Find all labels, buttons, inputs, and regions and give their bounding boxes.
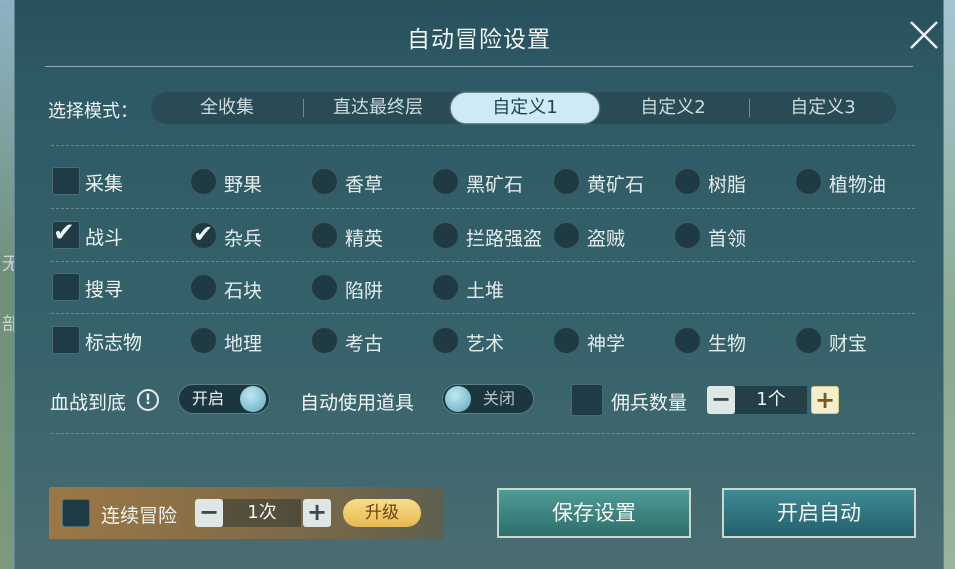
option-radio[interactable] (432, 327, 459, 354)
divider (45, 66, 913, 67)
category-label-landmark: 标志物 (85, 332, 143, 354)
tab-custom-3[interactable]: 自定义3 (750, 92, 896, 124)
mercenary-plus-button[interactable]: + (811, 386, 839, 414)
option-label: 神学 (587, 333, 626, 355)
mercenary-minus-button[interactable]: − (707, 386, 735, 414)
upgrade-button[interactable]: 升级 (343, 499, 421, 527)
option-label: 考古 (345, 333, 384, 355)
option-label: 地理 (224, 333, 263, 355)
option-label: 杂兵 (224, 228, 263, 250)
auto-use-items-toggle[interactable]: 关闭 (442, 384, 534, 414)
option-radio[interactable] (553, 168, 580, 195)
option-label: 黄矿石 (587, 174, 645, 196)
option-label: 首领 (708, 228, 747, 250)
option-radio[interactable] (432, 274, 459, 301)
mode-selector: 全收集 直达最终层 自定义1 自定义2 自定义3 (151, 92, 896, 124)
option-label: 黑矿石 (466, 174, 524, 196)
divider (51, 208, 915, 209)
option-label: 石块 (224, 280, 263, 302)
start-auto-button[interactable]: 开启自动 (722, 488, 916, 538)
option-radio[interactable] (674, 327, 701, 354)
option-label: 陷阱 (345, 280, 384, 302)
mercenary-count-label: 佣兵数量 (611, 392, 688, 414)
option-radio[interactable] (190, 168, 217, 195)
tab-direct-final[interactable]: 直达最终层 (304, 92, 452, 124)
option-label: 树脂 (708, 174, 747, 196)
option-label: 拦路强盗 (466, 228, 543, 250)
option-label: 精英 (345, 228, 384, 250)
option-label: 土堆 (466, 280, 505, 302)
option-label: 野果 (224, 174, 263, 196)
divider (51, 313, 915, 314)
continuous-adventure-bar: 连续冒险 − 1次 + 升级 (49, 487, 444, 539)
continuous-adventure-checkbox[interactable] (62, 499, 90, 527)
option-radio[interactable] (432, 168, 459, 195)
auto-adventure-settings-dialog: 自动冒险设置 选择模式： 全收集 直达最终层 自定义1 自定义2 自定义3 采集… (14, 0, 944, 569)
close-icon[interactable] (907, 18, 941, 52)
option-radio[interactable] (553, 222, 580, 249)
divider (51, 145, 915, 146)
mercenary-count-value: 1个 (735, 386, 807, 414)
option-radio[interactable] (311, 222, 338, 249)
continuous-minus-button[interactable]: − (195, 499, 223, 527)
fight-to-end-label: 血战到底 (50, 392, 127, 414)
option-label: 植物油 (829, 174, 887, 196)
divider (51, 433, 915, 434)
option-radio[interactable] (432, 222, 459, 249)
tab-custom-1[interactable]: 自定义1 (451, 93, 599, 123)
option-radio[interactable] (311, 327, 338, 354)
checkmark-icon: ✔ (53, 218, 75, 248)
option-label: 盗贼 (587, 228, 626, 250)
checkmark-icon: ✔ (193, 220, 214, 248)
option-label: 香草 (345, 174, 384, 196)
option-radio[interactable] (795, 327, 822, 354)
option-radio[interactable] (311, 274, 338, 301)
category-checkbox-landmark[interactable] (52, 326, 80, 354)
fight-to-end-toggle[interactable]: 开启 (178, 384, 270, 414)
toggle-label: 关闭 (483, 389, 516, 408)
option-radio[interactable] (190, 327, 217, 354)
tab-full-collect[interactable]: 全收集 (153, 92, 301, 124)
option-radio[interactable] (674, 168, 701, 195)
category-checkbox-search[interactable] (52, 273, 80, 301)
toggle-knob (240, 386, 266, 412)
continuous-count-value: 1次 (223, 499, 301, 527)
dialog-title: 自动冒险设置 (407, 27, 551, 53)
category-checkbox-combat[interactable]: ✔ (52, 218, 80, 249)
option-radio[interactable] (553, 327, 580, 354)
option-radio[interactable]: ✔ (190, 220, 217, 249)
divider (51, 261, 915, 262)
option-radio[interactable] (190, 274, 217, 301)
continuous-adventure-label: 连续冒险 (101, 505, 178, 527)
mode-label: 选择模式： (48, 101, 138, 122)
option-radio[interactable] (795, 168, 822, 195)
option-label: 财宝 (829, 333, 868, 355)
continuous-plus-button[interactable]: + (303, 499, 331, 527)
mercenary-checkbox[interactable] (571, 384, 603, 416)
category-checkbox-gather[interactable] (52, 167, 80, 195)
auto-use-items-label: 自动使用道具 (300, 392, 415, 414)
tab-custom-2[interactable]: 自定义2 (599, 92, 747, 124)
category-label-gather: 采集 (85, 173, 124, 195)
option-label: 艺术 (466, 333, 505, 355)
info-icon[interactable]: ! (137, 389, 159, 411)
toggle-label: 开启 (192, 389, 225, 408)
save-settings-button[interactable]: 保存设置 (497, 488, 691, 538)
toggle-knob (445, 386, 471, 412)
category-label-search: 搜寻 (85, 279, 124, 301)
option-label: 生物 (708, 333, 747, 355)
option-radio[interactable] (311, 168, 338, 195)
category-label-combat: 战斗 (85, 227, 124, 249)
option-radio[interactable] (674, 222, 701, 249)
